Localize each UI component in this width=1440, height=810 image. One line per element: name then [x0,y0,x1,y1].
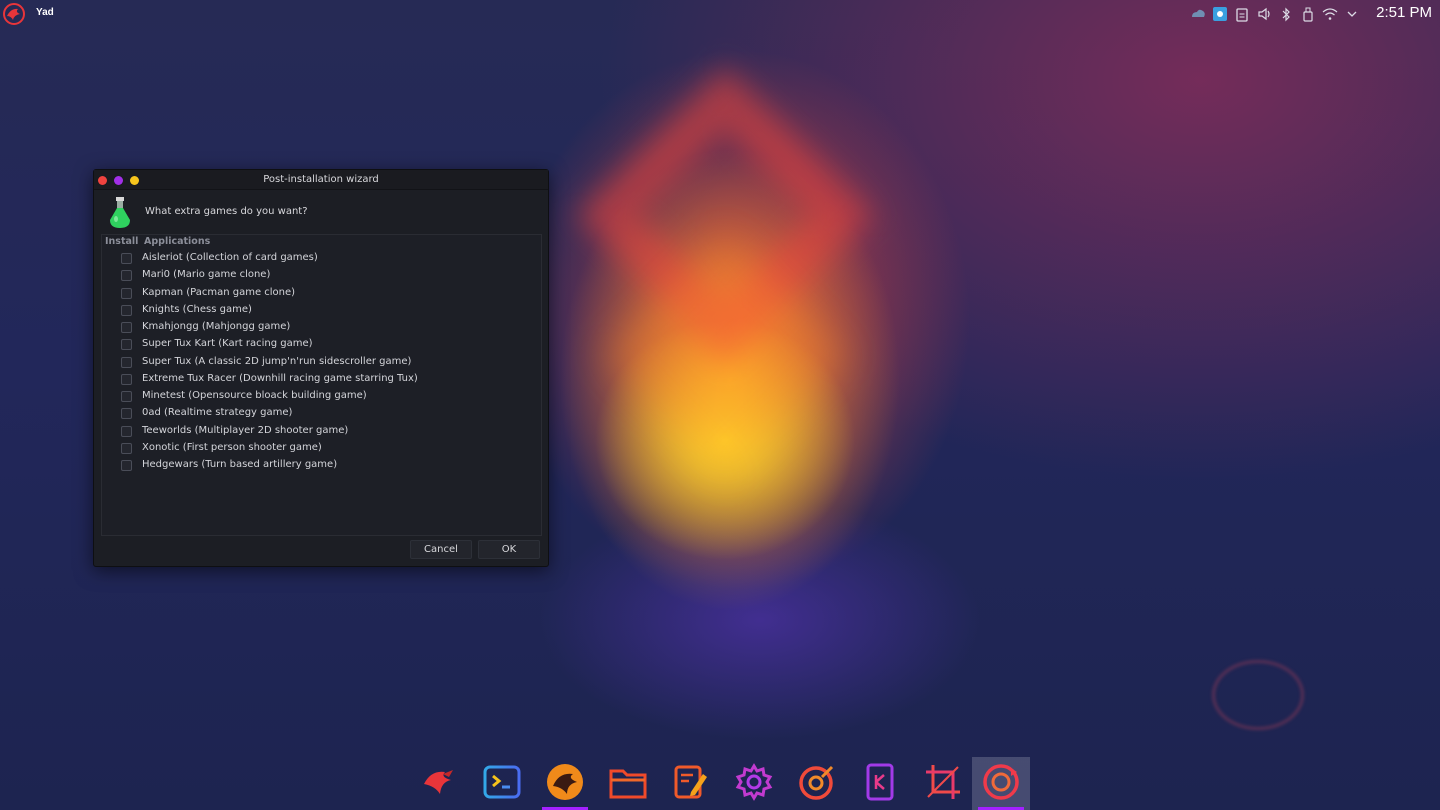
install-checkbox[interactable] [121,460,132,471]
dock-item[interactable] [914,757,972,810]
bluetooth-icon[interactable] [1278,6,1294,22]
usb-icon[interactable] [1300,6,1316,22]
screen-icon[interactable] [1212,6,1228,22]
game-label: Aisleriot (Collection of card games) [142,252,318,263]
dock-item[interactable] [536,757,594,810]
dock-item[interactable] [473,757,531,810]
browser-icon [545,762,585,806]
dock-item[interactable] [662,757,720,810]
kdeconnect-icon [865,763,895,805]
dock [410,757,1040,810]
list-item[interactable]: Super Tux Kart (Kart racing game) [94,336,548,353]
list-item[interactable]: Teeworlds (Multiplayer 2D shooter game) [94,423,548,440]
updater-icon [981,762,1021,806]
install-checkbox[interactable] [121,339,132,351]
top-panel: Yad 2:51 PM [0,0,1440,28]
install-checkbox[interactable] [121,442,132,454]
screenshot-icon [924,763,962,805]
text-editor-icon [673,764,709,804]
dialog-titlebar[interactable]: Post-installation wizard [94,170,548,190]
game-label: Mari0 (Mario game clone) [142,269,271,281]
list-item[interactable]: Kapman (Pacman game clone) [94,285,548,302]
wallpaper-logo-watermark [1212,660,1304,730]
cloud-icon[interactable] [1190,6,1206,22]
system-tray [1190,5,1360,23]
dock-item[interactable] [410,757,468,810]
game-label: Teeworlds (Multiplayer 2D shooter game) [142,424,349,436]
list-item[interactable]: Extreme Tux Racer (Downhill racing game … [94,371,548,388]
game-label: Knights (Chess game) [142,303,252,315]
list-item[interactable]: Minetest (Opensource bloack building gam… [94,388,548,405]
garuda-icon [421,764,457,804]
folder-icon [609,765,647,803]
list-item[interactable]: Aisleriot (Collection of card games) [94,250,548,267]
assistant-icon [798,763,836,805]
settings-icon [735,762,773,805]
dock-item[interactable] [788,757,846,810]
cancel-button[interactable]: Cancel [410,540,472,559]
install-checkbox[interactable] [121,253,132,264]
list-item[interactable]: Hedgewars (Turn based artillery game) [94,457,548,474]
list-item[interactable]: Super Tux (A classic 2D jump'n'run sides… [94,354,548,371]
game-label: Xonotic (First person shooter game) [142,441,322,453]
install-checkbox[interactable] [121,304,132,316]
list-item[interactable]: 0ad (Realtime strategy game) [94,405,548,422]
dock-item[interactable] [599,757,657,810]
game-label: Hedgewars (Turn based artillery game) [142,459,338,470]
dock-item[interactable] [725,757,783,810]
game-label: Kapman (Pacman game clone) [142,286,296,298]
install-checkbox[interactable] [121,322,132,333]
list-item[interactable]: Xonotic (First person shooter game) [94,440,548,457]
flask-icon [110,197,130,228]
garuda-menu-icon[interactable] [2,2,26,26]
dock-item[interactable] [851,757,909,810]
install-checkbox[interactable] [121,425,132,437]
chevron-down-icon[interactable] [1344,6,1360,22]
dialog-title: Post-installation wizard [263,174,379,185]
game-label: Super Tux (A classic 2D jump'n'run sides… [142,355,412,367]
install-checkbox[interactable] [121,391,132,402]
game-label: 0ad (Realtime strategy game) [142,407,293,419]
post-install-dialog: Post-installation wizard What extra game… [93,169,549,567]
clock[interactable]: 2:51 PM [1376,4,1432,21]
list-item[interactable]: Mari0 (Mario game clone) [94,267,548,284]
dock-item[interactable] [972,757,1030,810]
install-checkbox[interactable] [121,373,132,385]
ok-button[interactable]: OK [478,540,540,559]
wifi-icon[interactable] [1322,6,1338,22]
install-checkbox[interactable] [121,287,132,299]
list-item[interactable]: Knights (Chess game) [94,302,548,319]
game-label: Super Tux Kart (Kart racing game) [142,338,313,350]
clipboard-icon[interactable] [1234,6,1250,22]
list-item[interactable]: Kmahjongg (Mahjongg game) [94,319,548,336]
game-label: Kmahjongg (Mahjongg game) [142,321,291,332]
game-label: Minetest (Opensource bloack building gam… [142,390,367,401]
column-header-install[interactable]: Install [105,236,138,247]
column-header-applications[interactable]: Applications [144,236,210,247]
install-checkbox[interactable] [121,270,132,282]
terminal-icon [483,765,521,803]
dialog-question: What extra games do you want? [145,206,308,217]
install-checkbox[interactable] [121,356,132,368]
volume-icon[interactable] [1256,6,1272,22]
active-app-name: Yad [36,7,54,18]
game-label: Extreme Tux Racer (Downhill racing game … [142,372,418,384]
install-checkbox[interactable] [121,408,132,420]
